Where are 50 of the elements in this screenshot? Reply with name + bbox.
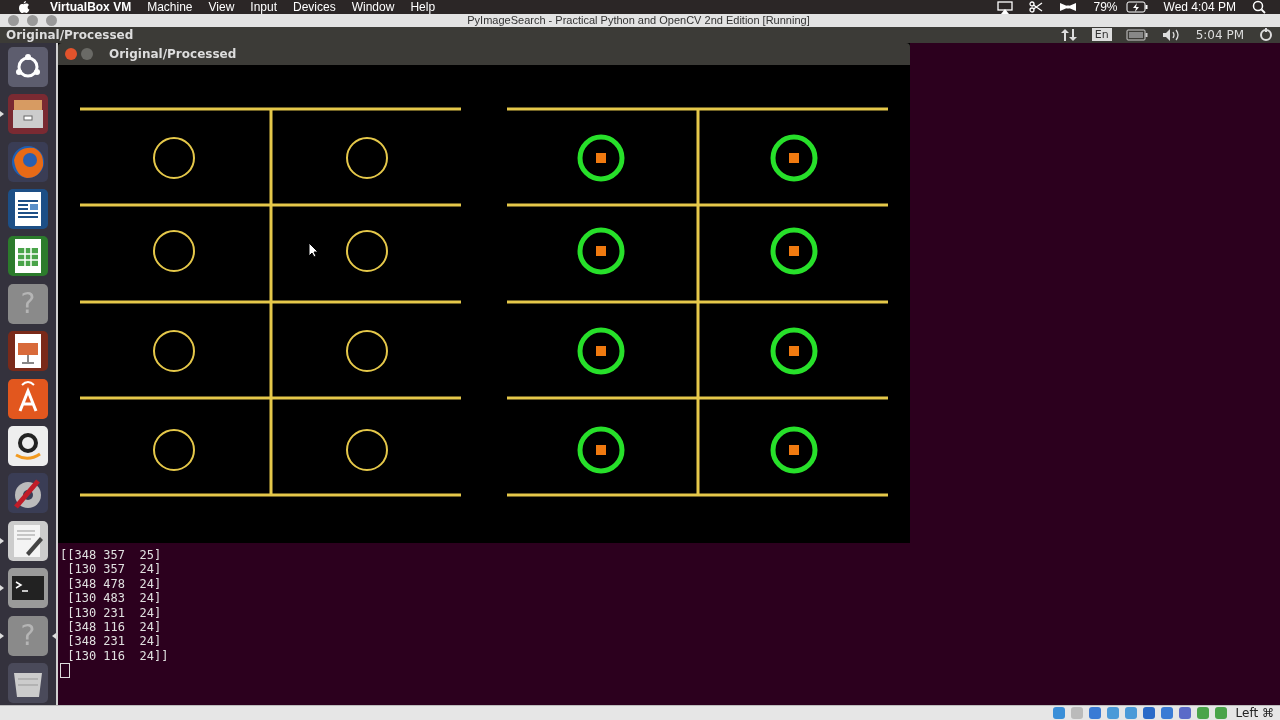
capture-icon[interactable] <box>1177 706 1192 720</box>
audio-icon[interactable] <box>1087 706 1102 720</box>
launcher-item[interactable] <box>6 518 50 563</box>
battery-icon[interactable] <box>1125 1 1148 13</box>
battery-percent: 79% <box>1093 0 1118 14</box>
launcher-item[interactable] <box>6 187 50 232</box>
terminal-line: [348 116 24] <box>66 619 162 635</box>
menu-item[interactable]: View <box>208 0 235 14</box>
clock[interactable]: 5:04 PM <box>1195 27 1244 42</box>
terminal-line: [130 231 24] <box>66 605 162 620</box>
display-icon[interactable] <box>1159 706 1174 720</box>
launcher-item[interactable] <box>6 566 50 611</box>
host-key-indicator: Left ⌘ <box>1235 706 1274 720</box>
terminal-line: [[348 357 25] <box>60 547 162 563</box>
text-cursor <box>60 663 70 679</box>
menu-item[interactable]: Devices <box>293 0 336 14</box>
mouse-pointer-icon <box>308 241 318 258</box>
menu-item[interactable]: Machine <box>147 0 193 14</box>
shared-folder-icon[interactable] <box>1141 706 1156 720</box>
launcher-item[interactable] <box>6 661 50 705</box>
clock[interactable]: Wed 4:04 PM <box>1163 0 1236 14</box>
menu-item[interactable]: Input <box>250 0 277 14</box>
launcher-item[interactable] <box>6 44 50 89</box>
apple-icon[interactable] <box>18 0 30 14</box>
bowtie-icon[interactable] <box>1059 2 1078 12</box>
terminal-line: [348 231 24] <box>66 634 162 649</box>
launcher-item[interactable] <box>6 471 50 516</box>
window-title: Original/Processed <box>109 46 237 61</box>
menu-item[interactable]: Help <box>410 0 436 14</box>
terminal-line: [130 116 24]] <box>66 648 169 664</box>
search-icon[interactable] <box>1252 0 1266 14</box>
terminal-line: [130 357 24] <box>66 562 162 577</box>
launcher-item[interactable] <box>6 424 50 469</box>
power-icon[interactable] <box>1258 26 1274 43</box>
volume-icon[interactable] <box>1161 27 1182 42</box>
launcher-item[interactable] <box>6 329 50 374</box>
terminal-line: [348 478 24] <box>66 576 162 592</box>
menu-item[interactable]: Window <box>351 0 395 14</box>
airplay-icon[interactable] <box>997 0 1014 14</box>
scissors-icon[interactable] <box>1029 1 1044 13</box>
launcher-item[interactable] <box>6 92 50 137</box>
app-menu[interactable]: VirtualBox VM <box>50 0 132 14</box>
network-icon[interactable] <box>1059 27 1078 42</box>
window-title: Original/Processed <box>6 27 134 42</box>
keyboard-indicator[interactable]: En <box>1091 28 1112 42</box>
launcher-item[interactable] <box>6 376 50 421</box>
terminal-line: [130 483 24] <box>66 591 162 606</box>
window-title: PyImageSearch - Practical Python and OpenCV 2nd Edition [Running] <box>466 14 811 27</box>
launcher-item[interactable] <box>6 234 50 279</box>
close-button[interactable] <box>65 47 77 60</box>
